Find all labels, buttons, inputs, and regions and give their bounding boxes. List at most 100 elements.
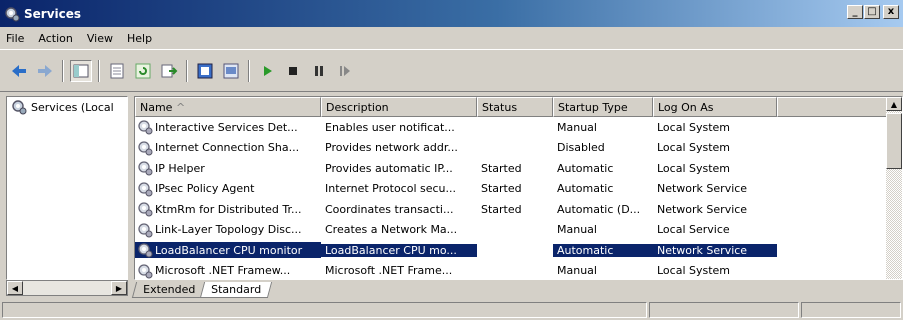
scroll-up-icon: ▲	[890, 99, 898, 109]
tab-standard[interactable]: Standard	[200, 282, 273, 298]
column-header-description[interactable]: Description	[321, 97, 477, 117]
service-startup-type-text: Disabled	[557, 141, 605, 155]
service-name: Interactive Services Det...	[135, 119, 321, 135]
service-description: Creates a Network Ma...	[321, 223, 477, 236]
status-pane-3	[801, 302, 901, 318]
service-name: IP Helper	[135, 160, 321, 176]
service-log-on-as: Network Service	[653, 243, 777, 257]
service-startup-type-text: Manual	[557, 223, 597, 237]
scroll-thumb[interactable]	[886, 113, 902, 169]
status-bar	[0, 300, 903, 320]
menu-action[interactable]: Action	[38, 32, 72, 45]
service-gear-icon	[138, 264, 153, 279]
forward-icon	[38, 64, 52, 77]
service-description-text: Provides automatic IP...	[325, 161, 453, 175]
export-button[interactable]	[158, 60, 180, 82]
refresh-icon	[135, 63, 151, 78]
forward-button[interactable]	[34, 60, 56, 82]
export-list-button[interactable]	[106, 60, 128, 82]
service-name-text: Microsoft .NET Framew...	[155, 264, 291, 278]
stop-service-button[interactable]	[282, 60, 304, 82]
service-startup-type-text: Manual	[557, 264, 597, 278]
menu-view[interactable]: View	[87, 32, 113, 45]
service-name-text: Link-Layer Topology Disc...	[155, 223, 302, 237]
table-row[interactable]: LoadBalancer CPU monitor LoadBalancer CPU…	[135, 240, 902, 261]
tree-horizontal-scrollbar[interactable]: ◀ ▶	[6, 280, 128, 296]
console-tree: Services (Local	[6, 96, 128, 280]
stop-icon	[289, 66, 297, 75]
scroll-up-button[interactable]: ▲	[886, 97, 902, 111]
service-gear-icon	[138, 141, 153, 156]
service-startup-type: Manual	[553, 121, 653, 134]
close-button[interactable]: x	[883, 5, 899, 19]
tree-node-services-local[interactable]: Services (Local	[7, 97, 127, 117]
view-tabs: Extended Standard	[131, 280, 273, 298]
service-startup-type: Automatic	[553, 182, 653, 195]
table-row[interactable]: Internet Connection Sha... Provides netwo…	[135, 138, 902, 159]
help-button[interactable]	[220, 60, 242, 82]
pause-service-button[interactable]	[308, 60, 330, 82]
service-log-on-as: Local System	[653, 264, 777, 277]
back-button[interactable]	[8, 60, 30, 82]
column-header-startup-type[interactable]: Startup Type	[553, 97, 653, 117]
service-startup-type: Disabled	[553, 141, 653, 154]
menu-file[interactable]: File	[6, 32, 24, 45]
title-bar[interactable]: Services _ □ x	[0, 0, 903, 27]
window-title: Services	[24, 6, 82, 21]
service-status: Started	[477, 203, 553, 216]
table-row[interactable]: Link-Layer Topology Disc... Creates a Net…	[135, 220, 902, 241]
service-name: KtmRm for Distributed Tr...	[135, 201, 321, 217]
service-log-on-as-text: Local System	[657, 141, 731, 155]
service-status: Started	[477, 162, 553, 175]
resume-service-button[interactable]	[334, 60, 356, 82]
start-service-button[interactable]	[256, 60, 278, 82]
service-description-text: Internet Protocol secu...	[325, 182, 457, 196]
table-row[interactable]: Interactive Services Det... Enables user …	[135, 117, 902, 138]
tab-extended[interactable]: Extended	[131, 282, 207, 298]
table-row[interactable]: IPsec Policy Agent Internet Protocol secu…	[135, 179, 902, 200]
service-log-on-as-text: Network Service	[657, 182, 748, 196]
table-row[interactable]: Microsoft .NET Framew... Microsoft .NET F…	[135, 261, 902, 280]
service-description: Microsoft .NET Frame...	[321, 264, 477, 277]
service-name: Internet Connection Sha...	[135, 140, 321, 156]
export-icon	[161, 64, 178, 77]
column-header-name[interactable]: Name ^	[135, 97, 321, 117]
service-description: LoadBalancer CPU mo...	[321, 243, 477, 257]
service-name: IPsec Policy Agent	[135, 181, 321, 197]
scroll-left-button[interactable]: ◀	[7, 281, 23, 295]
scroll-right-button[interactable]: ▶	[111, 281, 127, 295]
column-header-filler	[777, 97, 902, 117]
start-icon	[264, 65, 272, 76]
service-name-text: Interactive Services Det...	[155, 120, 298, 134]
maximize-button[interactable]: □	[864, 5, 880, 19]
pause-icon	[315, 65, 323, 76]
refresh-button[interactable]	[132, 60, 154, 82]
properties-button[interactable]	[194, 60, 216, 82]
service-description: Enables user notificat...	[321, 121, 477, 134]
table-row[interactable]: IP Helper Provides automatic IP... Started…	[135, 158, 902, 179]
service-log-on-as-text: Network Service	[657, 202, 748, 216]
service-description: Provides network addr...	[321, 141, 477, 154]
service-name-text: LoadBalancer CPU monitor	[155, 243, 303, 257]
toolbar-separator	[186, 59, 188, 82]
show-hide-tree-button[interactable]	[70, 59, 92, 82]
minimize-button[interactable]: _	[847, 5, 863, 19]
service-gear-icon	[138, 182, 153, 197]
service-startup-type: Automatic (D...	[553, 203, 653, 216]
service-startup-type-text: Automatic	[557, 182, 614, 196]
list-vertical-scrollbar[interactable]: ▲	[886, 97, 902, 279]
menu-help[interactable]: Help	[127, 32, 152, 45]
service-name: Link-Layer Topology Disc...	[135, 222, 321, 238]
back-icon	[12, 64, 26, 77]
table-row[interactable]: KtmRm for Distributed Tr... Coordinates t…	[135, 199, 902, 220]
column-header-status[interactable]: Status	[477, 97, 553, 117]
service-log-on-as: Local System	[653, 121, 777, 134]
column-header-log-on-as[interactable]: Log On As	[653, 97, 777, 117]
service-gear-icon	[138, 161, 153, 176]
service-log-on-as: Network Service	[653, 203, 777, 216]
service-description-text: Coordinates transacti...	[325, 202, 454, 216]
tab-label: Extended	[143, 283, 196, 296]
scroll-right-icon: ▶	[115, 283, 123, 293]
service-status-text: Started	[481, 182, 522, 196]
service-log-on-as: Network Service	[653, 182, 777, 195]
